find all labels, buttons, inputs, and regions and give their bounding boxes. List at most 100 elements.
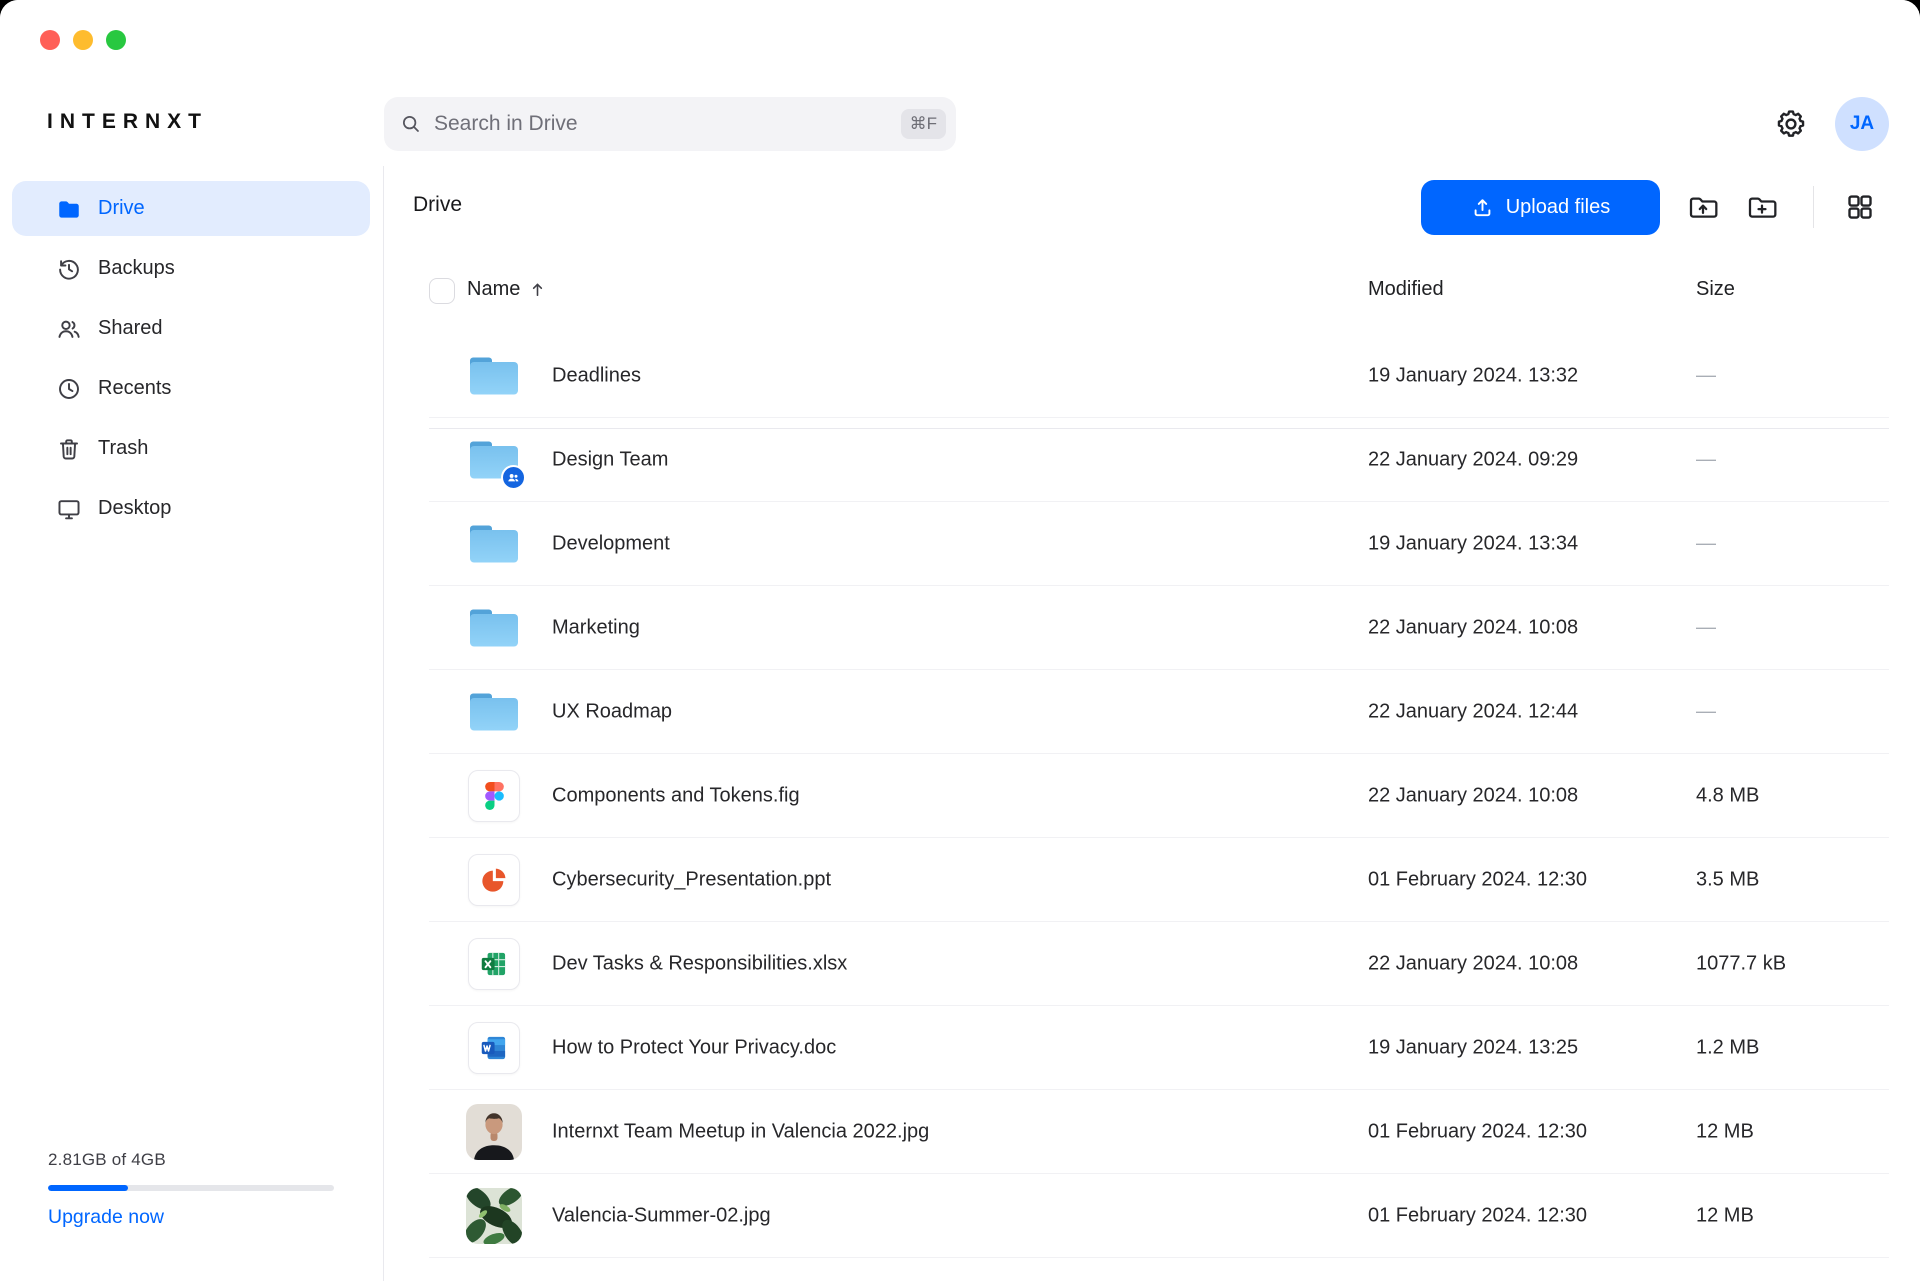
search-input[interactable]: Search in Drive ⌘F <box>384 97 956 151</box>
sidebar-item-label: Shared <box>98 317 163 340</box>
file-name: Development <box>552 533 670 556</box>
table-row[interactable]: Components and Tokens.fig 22 January 2024… <box>384 754 1920 838</box>
modified-date: 22 January 2024. 10:08 <box>1368 785 1578 808</box>
search-shortcut-badge: ⌘F <box>901 109 946 139</box>
sidebar: Drive Backups Shared Recents Trash Desktop 2.… <box>0 166 384 1281</box>
modified-date: 01 February 2024. 12:30 <box>1368 1205 1587 1228</box>
modified-date: 01 February 2024. 12:30 <box>1368 869 1587 892</box>
table-row[interactable]: Design Team22 January 2024. 09:29— <box>384 418 1920 502</box>
column-header-modified[interactable]: Modified <box>1368 278 1444 301</box>
main-content: Drive Upload files Name <box>384 166 1920 1281</box>
storage-widget: 2.81GB of 4GB Upgrade now <box>48 1150 334 1229</box>
photo-thumbnail-leaves <box>466 1188 522 1244</box>
recents-clock-icon <box>56 376 82 402</box>
sidebar-item-label: Drive <box>98 197 145 220</box>
modified-date: 19 January 2024. 13:25 <box>1368 1037 1578 1060</box>
file-size: 3.5 MB <box>1696 869 1759 892</box>
file-size: — <box>1696 701 1716 724</box>
file-size: 12 MB <box>1696 1121 1754 1144</box>
file-size: 1077.7 kB <box>1696 953 1786 976</box>
table-row[interactable]: UX Roadmap 22 January 2024. 12:44 — <box>384 670 1920 754</box>
sidebar-item-trash[interactable]: Trash <box>12 421 370 476</box>
file-name: How to Protect Your Privacy.doc <box>552 1037 836 1060</box>
powerpoint-file-icon <box>466 852 522 908</box>
upload-files-label: Upload files <box>1506 196 1611 219</box>
sidebar-item-drive[interactable]: Drive <box>12 181 370 236</box>
file-name: Cybersecurity_Presentation.ppt <box>552 869 831 892</box>
column-header-size[interactable]: Size <box>1696 278 1735 301</box>
table-row[interactable]: Internxt Team Meetup in Valencia 2022.jp… <box>384 1090 1920 1174</box>
minimize-window-button[interactable] <box>73 30 93 50</box>
traffic-lights <box>40 30 126 50</box>
file-size: 12 MB <box>1696 1205 1754 1228</box>
sort-arrow-up-icon <box>529 281 546 298</box>
close-window-button[interactable] <box>40 30 60 50</box>
internxt-logo: INTERNXT <box>47 110 208 134</box>
select-all-checkbox[interactable] <box>429 278 455 304</box>
shared-folder-badge <box>501 465 526 490</box>
file-name: Deadlines <box>552 365 641 388</box>
modified-date: 19 January 2024. 13:32 <box>1368 365 1578 388</box>
modified-date: 19 January 2024. 13:34 <box>1368 533 1578 556</box>
avatar[interactable]: JA <box>1835 97 1889 151</box>
modified-date: 22 January 2024. 10:08 <box>1368 617 1578 640</box>
grid-view-icon[interactable] <box>1845 192 1875 222</box>
storage-progress-bar <box>48 1185 334 1191</box>
zoom-window-button[interactable] <box>106 30 126 50</box>
search-icon <box>400 113 422 135</box>
folder-icon <box>466 432 522 488</box>
sidebar-item-label: Desktop <box>98 497 171 520</box>
upload-files-button[interactable]: Upload files <box>1421 180 1660 235</box>
desktop-icon <box>56 496 82 522</box>
table-row[interactable]: Development 19 January 2024. 13:34 — <box>384 502 1920 586</box>
table-row[interactable]: Deadlines 19 January 2024. 13:32 — <box>384 334 1920 418</box>
gear-icon[interactable] <box>1774 107 1808 141</box>
backups-history-icon <box>56 256 82 282</box>
sidebar-item-shared[interactable]: Shared <box>12 301 370 356</box>
table-row[interactable]: Cybersecurity_Presentation.ppt 01 Februar… <box>384 838 1920 922</box>
modified-date: 01 February 2024. 12:30 <box>1368 1121 1587 1144</box>
file-size: 4.8 MB <box>1696 785 1759 808</box>
upload-icon <box>1471 196 1494 219</box>
figma-file-icon <box>466 768 522 824</box>
folder-icon <box>466 348 522 404</box>
drive-folder-icon <box>56 196 82 222</box>
file-size: — <box>1696 533 1716 556</box>
file-name: Marketing <box>552 617 640 640</box>
sidebar-item-label: Recents <box>98 377 171 400</box>
folder-icon <box>466 600 522 656</box>
file-name: Internxt Team Meetup in Valencia 2022.jp… <box>552 1121 929 1144</box>
storage-progress-fill <box>48 1185 128 1191</box>
file-name: Components and Tokens.fig <box>552 785 800 808</box>
file-size: — <box>1696 449 1716 472</box>
column-header-name[interactable]: Name <box>467 278 546 301</box>
word-file-icon <box>466 1020 522 1076</box>
sidebar-item-label: Trash <box>98 437 148 460</box>
app-window: INTERNXT Search in Drive ⌘F JA Drive Back… <box>0 0 1920 1281</box>
table-row[interactable]: Dev Tasks & Responsibilities.xlsx 22 Janu… <box>384 922 1920 1006</box>
column-name-label: Name <box>467 278 520 301</box>
storage-usage-text: 2.81GB of 4GB <box>48 1150 334 1170</box>
sidebar-item-backups[interactable]: Backups <box>12 241 370 296</box>
sidebar-item-desktop[interactable]: Desktop <box>12 481 370 536</box>
table-row[interactable]: Marketing 22 January 2024. 10:08 — <box>384 586 1920 670</box>
modified-date: 22 January 2024. 09:29 <box>1368 449 1578 472</box>
file-name: Valencia-Summer-02.jpg <box>552 1205 771 1228</box>
file-name: UX Roadmap <box>552 701 672 724</box>
new-folder-icon[interactable] <box>1746 191 1778 223</box>
file-size: — <box>1696 617 1716 640</box>
modified-date: 22 January 2024. 10:08 <box>1368 953 1578 976</box>
file-size: — <box>1696 365 1716 388</box>
file-size: 1.2 MB <box>1696 1037 1759 1060</box>
table-row[interactable]: Valencia-Summer-02.jpg 01 February 2024. … <box>384 1174 1920 1258</box>
table-row[interactable]: How to Protect Your Privacy.doc 19 Januar… <box>384 1006 1920 1090</box>
file-name: Dev Tasks & Responsibilities.xlsx <box>552 953 847 976</box>
page-title: Drive <box>413 193 462 217</box>
upgrade-now-link[interactable]: Upgrade now <box>48 1206 334 1229</box>
table-header: Name Modified Size <box>384 264 1920 320</box>
sidebar-item-label: Backups <box>98 257 175 280</box>
upload-folder-icon[interactable] <box>1687 191 1719 223</box>
modified-date: 22 January 2024. 12:44 <box>1368 701 1578 724</box>
sidebar-item-recents[interactable]: Recents <box>12 361 370 416</box>
file-list: Deadlines19 January 2024. 13:32—Design T… <box>384 334 1920 1258</box>
